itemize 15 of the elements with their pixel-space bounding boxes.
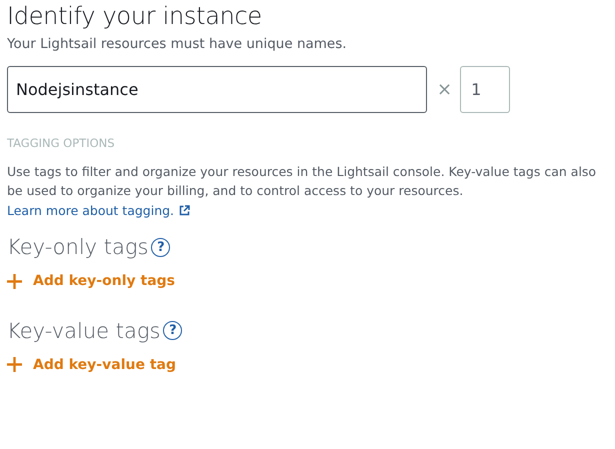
instance-name-field[interactable]: Nodejsinstance — [7, 66, 427, 113]
instance-count-field[interactable]: 1 — [460, 66, 510, 113]
external-link-icon — [179, 205, 190, 216]
multiply-sign: × — [437, 79, 452, 100]
tagging-description: Use tags to filter and organize your resources in the Lightsail console. Key-value tags can also be used to organize your billing, and to control access to your resources. — [7, 163, 598, 200]
section-heading: Key-only tags — [7, 235, 148, 259]
section-label: TAGGING OPTIONS — [7, 136, 116, 150]
help-icon[interactable]: ? — [163, 321, 182, 340]
section-heading: Key-value tags — [7, 318, 160, 342]
learn-more-link[interactable]: Learn more about tagging. — [7, 203, 190, 218]
page-title: Identify your instance — [7, 1, 263, 32]
plus-icon — [7, 274, 22, 288]
plus-icon — [7, 357, 22, 372]
help-icon[interactable]: ? — [151, 238, 170, 256]
subtitle: Your Lightsail resources must have unique names. — [7, 36, 348, 52]
